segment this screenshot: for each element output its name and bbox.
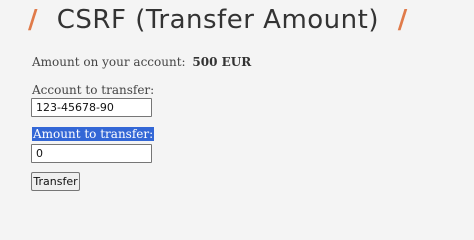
amount-to-transfer-input[interactable] [31,144,152,163]
title-slash-right: / [397,5,408,35]
account-balance: Amount on your account: 500 EUR [32,55,251,69]
page-title-text: CSRF (Transfer Amount) [56,5,379,35]
balance-value: 500 EUR [192,55,252,69]
transfer-button[interactable]: Transfer [31,172,80,191]
account-to-transfer-input[interactable] [31,98,152,117]
page-title: / CSRF (Transfer Amount) / [28,2,408,38]
account-to-transfer-label: Account to transfer: [32,83,155,97]
balance-label: Amount on your account: [32,55,186,69]
amount-to-transfer-label: Amount to transfer: [32,127,155,141]
title-slash-left: / [28,5,38,35]
